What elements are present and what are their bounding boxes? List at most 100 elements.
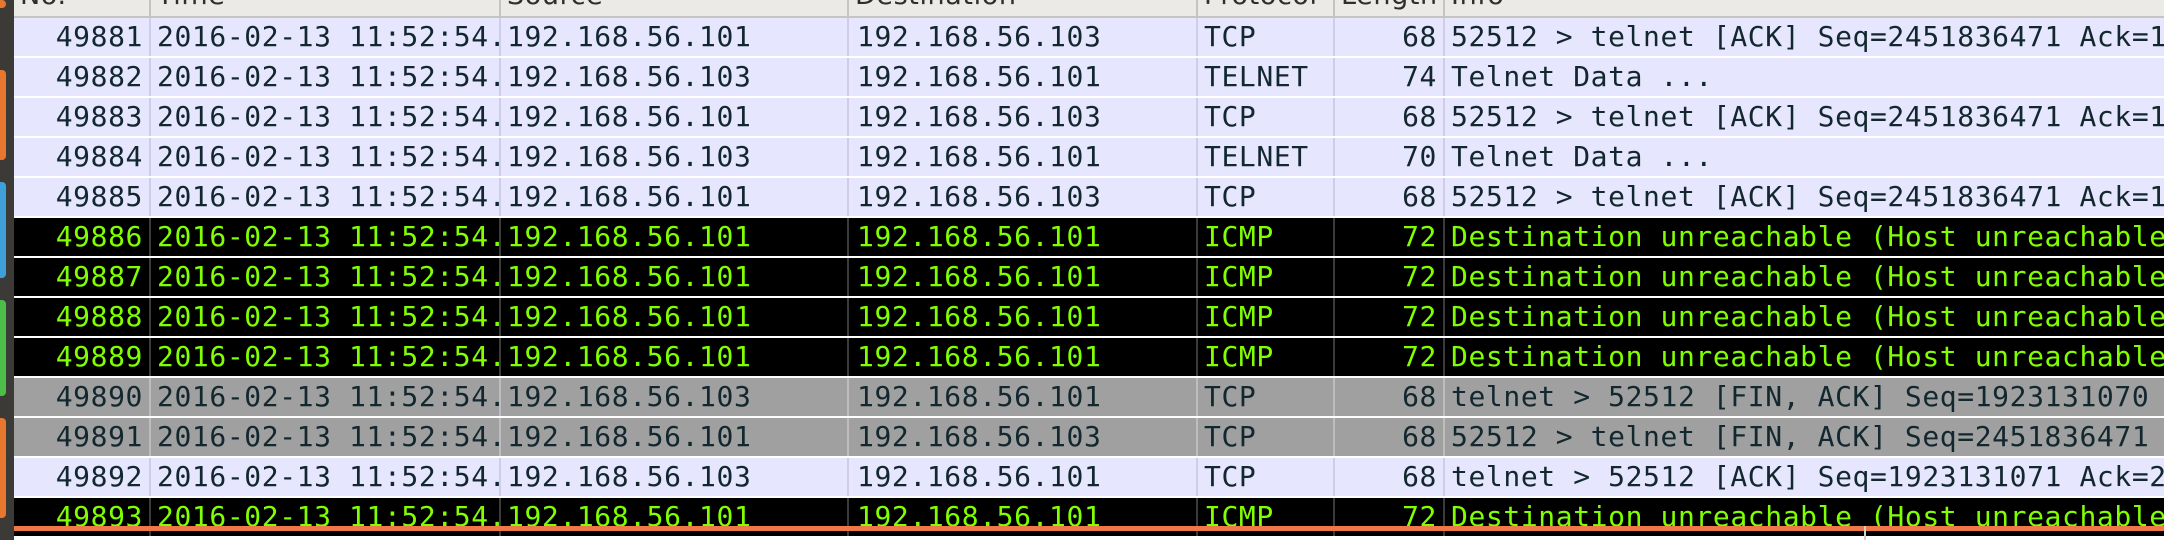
packet-number: 49885 xyxy=(14,178,151,216)
packet-row[interactable]: 498902016-02-13 11:52:54.94192.168.56.10… xyxy=(14,378,2164,418)
packet-row[interactable]: 498922016-02-13 11:52:54.94192.168.56.10… xyxy=(14,458,2164,498)
packet-length: 74 xyxy=(1335,58,1445,96)
packet-destination: 192.168.56.103 xyxy=(849,98,1198,136)
launcher-tile-5-icon[interactable] xyxy=(0,418,6,518)
column-header-source[interactable]: Source xyxy=(501,0,849,16)
packet-length: 68 xyxy=(1335,458,1445,496)
packet-destination: 192.168.56.103 xyxy=(849,418,1198,456)
packet-source: 192.168.56.101 xyxy=(501,418,849,456)
packet-row[interactable]: 498812016-02-13 11:52:54.93192.168.56.10… xyxy=(14,18,2164,58)
packet-row[interactable]: 498932016-02-13 11:52:54.94192.168.56.10… xyxy=(14,498,2164,538)
packet-info: 52512 > telnet [FIN, ACK] Seq=2451836471… xyxy=(1451,420,2164,453)
packet-number: 49891 xyxy=(14,418,151,456)
packet-protocol: ICMP xyxy=(1198,218,1335,256)
packet-time: 2016-02-13 11:52:54.93 xyxy=(151,138,501,176)
packet-row[interactable]: 498832016-02-13 11:52:54.93192.168.56.10… xyxy=(14,98,2164,138)
packet-time: 2016-02-13 11:52:54.93 xyxy=(151,338,501,376)
packet-source: 192.168.56.101 xyxy=(501,298,849,336)
packet-time: 2016-02-13 11:52:54.93 xyxy=(151,178,501,216)
packet-row[interactable]: 498852016-02-13 11:52:54.93192.168.56.10… xyxy=(14,178,2164,218)
packet-source: 192.168.56.101 xyxy=(501,218,849,256)
packet-info: Destination unreachable (Host unreachabl… xyxy=(1451,220,2164,253)
packet-number: 49890 xyxy=(14,378,151,416)
wireshark-window: No. Time Source Destination Protocol Len… xyxy=(0,0,2164,540)
packet-destination: 192.168.56.101 xyxy=(849,338,1198,376)
launcher-tile-2-icon[interactable] xyxy=(0,70,6,160)
packet-info: 52512 > telnet [ACK] Seq=2451836471 Ack=… xyxy=(1451,100,2164,133)
packet-row[interactable]: 498882016-02-13 11:52:54.93192.168.56.10… xyxy=(14,298,2164,338)
packet-time: 2016-02-13 11:52:54.93 xyxy=(151,98,501,136)
packet-row[interactable]: 498892016-02-13 11:52:54.93192.168.56.10… xyxy=(14,338,2164,378)
packet-info: 52512 > telnet [ACK] Seq=2451836471 Ack=… xyxy=(1451,20,2164,53)
packet-destination: 192.168.56.101 xyxy=(849,458,1198,496)
packet-protocol: ICMP xyxy=(1198,258,1335,296)
packet-source: 192.168.56.101 xyxy=(501,338,849,376)
packet-source: 192.168.56.101 xyxy=(501,258,849,296)
packet-info: Destination unreachable (Host unreachabl… xyxy=(1451,340,2164,373)
packet-protocol: TCP xyxy=(1198,178,1335,216)
launcher-tile-3-icon[interactable] xyxy=(0,182,6,278)
packet-row[interactable]: 498862016-02-13 11:52:54.93192.168.56.10… xyxy=(14,218,2164,258)
launcher-bar xyxy=(0,0,14,540)
packet-number: 49884 xyxy=(14,138,151,176)
packet-row[interactable]: 498822016-02-13 11:52:54.93192.168.56.10… xyxy=(14,58,2164,98)
packet-protocol: ICMP xyxy=(1198,338,1335,376)
packet-time: 2016-02-13 11:52:54.93 xyxy=(151,298,501,336)
packet-source: 192.168.56.101 xyxy=(501,98,849,136)
column-header-length[interactable]: Length xyxy=(1335,0,1445,16)
packet-info: 52512 > telnet [ACK] Seq=2451836471 Ack=… xyxy=(1451,180,2164,213)
packet-number: 49881 xyxy=(14,18,151,56)
packet-protocol: TCP xyxy=(1198,378,1335,416)
launcher-tile-1-icon[interactable] xyxy=(0,0,6,8)
packet-number: 49887 xyxy=(14,258,151,296)
packet-source: 192.168.56.103 xyxy=(501,138,849,176)
packet-source: 192.168.56.103 xyxy=(501,58,849,96)
column-header-time[interactable]: Time xyxy=(151,0,501,16)
packet-length: 68 xyxy=(1335,378,1445,416)
packet-source: 192.168.56.101 xyxy=(501,178,849,216)
packet-protocol: TCP xyxy=(1198,98,1335,136)
launcher-tile-4-icon[interactable] xyxy=(0,300,6,396)
packet-number: 49883 xyxy=(14,98,151,136)
packet-destination: 192.168.56.103 xyxy=(849,18,1198,56)
packet-row[interactable]: 498842016-02-13 11:52:54.93192.168.56.10… xyxy=(14,138,2164,178)
packet-rows: 498812016-02-13 11:52:54.93192.168.56.10… xyxy=(14,18,2164,538)
packet-info: Telnet Data ... xyxy=(1451,60,1713,93)
packet-destination: 192.168.56.101 xyxy=(849,138,1198,176)
splitter-handle[interactable] xyxy=(1864,526,1866,540)
packet-time: 2016-02-13 11:52:54.93 xyxy=(151,18,501,56)
packet-protocol: TCP xyxy=(1198,458,1335,496)
packet-number: 49888 xyxy=(14,298,151,336)
packet-destination: 192.168.56.101 xyxy=(849,298,1198,336)
packet-row[interactable]: 498912016-02-13 11:52:54.94192.168.56.10… xyxy=(14,418,2164,458)
packet-protocol: TCP xyxy=(1198,18,1335,56)
packet-source: 192.168.56.101 xyxy=(501,18,849,56)
packet-length: 72 xyxy=(1335,298,1445,336)
packet-time: 2016-02-13 11:52:54.93 xyxy=(151,58,501,96)
packet-info: Destination unreachable (Host unreachabl… xyxy=(1451,260,2164,293)
packet-time: 2016-02-13 11:52:54.94 xyxy=(151,458,501,496)
packet-row[interactable]: 498872016-02-13 11:52:54.93192.168.56.10… xyxy=(14,258,2164,298)
column-header-info[interactable]: Info xyxy=(1445,0,2164,16)
packet-info: Destination unreachable (Host unreachabl… xyxy=(1451,300,2164,333)
packet-destination: 192.168.56.101 xyxy=(849,218,1198,256)
packet-source: 192.168.56.103 xyxy=(501,458,849,496)
packet-destination: 192.168.56.101 xyxy=(849,58,1198,96)
packet-list-header: No. Time Source Destination Protocol Len… xyxy=(14,0,2164,18)
packet-number: 49892 xyxy=(14,458,151,496)
packet-source: 192.168.56.103 xyxy=(501,378,849,416)
pane-splitter[interactable] xyxy=(14,526,2164,531)
packet-length: 68 xyxy=(1335,98,1445,136)
packet-list[interactable]: No. Time Source Destination Protocol Len… xyxy=(14,0,2164,540)
packet-length: 70 xyxy=(1335,138,1445,176)
packet-destination: 192.168.56.101 xyxy=(849,258,1198,296)
packet-number: 49889 xyxy=(14,338,151,376)
column-header-protocol[interactable]: Protocol xyxy=(1198,0,1335,16)
packet-destination: 192.168.56.101 xyxy=(849,378,1198,416)
packet-length: 68 xyxy=(1335,18,1445,56)
column-header-destination[interactable]: Destination xyxy=(849,0,1198,16)
packet-protocol: ICMP xyxy=(1198,298,1335,336)
packet-length: 68 xyxy=(1335,178,1445,216)
packet-time: 2016-02-13 11:52:54.94 xyxy=(151,378,501,416)
column-header-no[interactable]: No. xyxy=(14,0,151,16)
